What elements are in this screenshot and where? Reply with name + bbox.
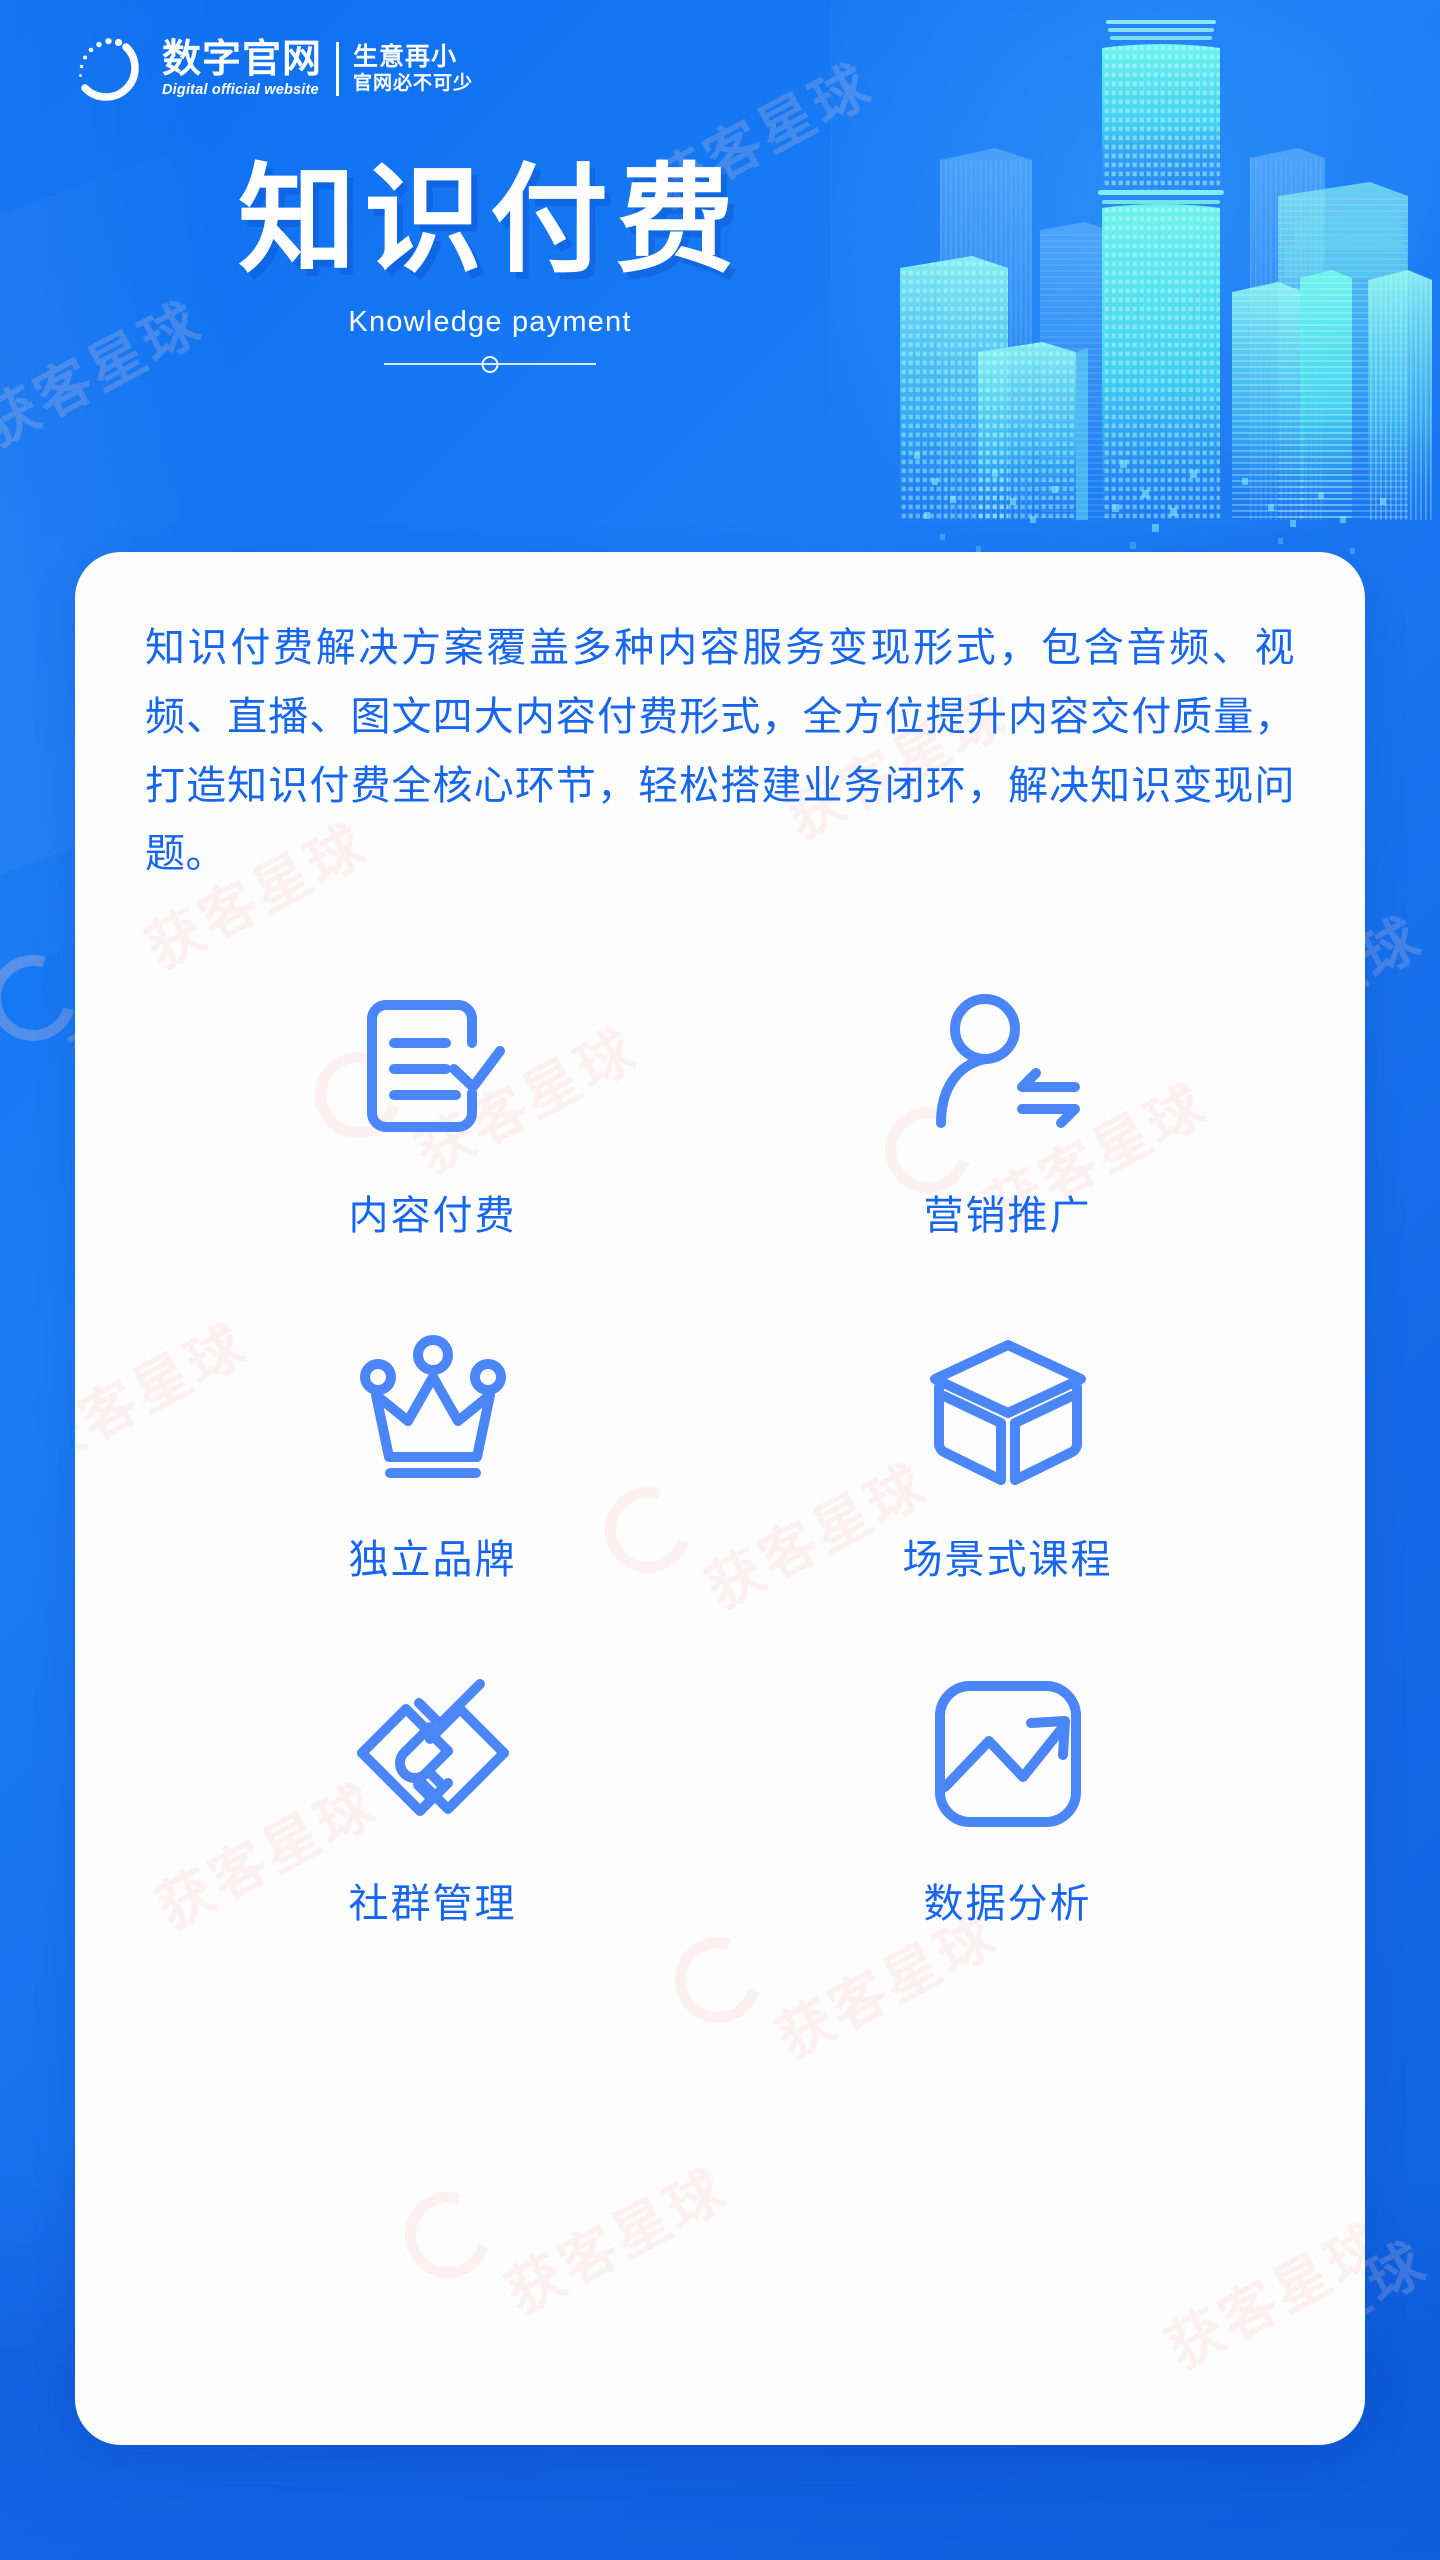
brand-name-en: Digital official website bbox=[162, 82, 319, 99]
feature-grid: 内容付费 营销推广 独立品牌 场景式课程 社群管理 数据分析 bbox=[145, 975, 1295, 1929]
brand-slogan-line1: 生意再小 bbox=[353, 43, 458, 72]
brand-logo[interactable]: 数字官网 Digital official website 生意再小 官网必不可… bbox=[68, 30, 473, 108]
feature-label: 独立品牌 bbox=[348, 1538, 517, 1583]
hero-divider bbox=[384, 355, 596, 373]
document-check-icon bbox=[342, 975, 524, 1157]
handshake-icon bbox=[342, 1663, 524, 1845]
brand-slogan-line2: 官网必不可少 bbox=[353, 72, 474, 94]
brand-name-block: 数字官网 Digital official website bbox=[162, 37, 336, 99]
feature-item-content-payment[interactable]: 内容付费 bbox=[145, 975, 720, 1241]
feature-item-community-management[interactable]: 社群管理 bbox=[145, 1663, 720, 1929]
feature-item-marketing[interactable]: 营销推广 bbox=[720, 975, 1295, 1241]
feature-label: 场景式课程 bbox=[902, 1538, 1113, 1583]
cube-icon bbox=[917, 1319, 1099, 1501]
page-subtitle: Knowledge payment bbox=[348, 305, 632, 338]
crown-icon bbox=[342, 1319, 524, 1501]
feature-label: 数据分析 bbox=[923, 1882, 1092, 1927]
chart-trending-up-icon bbox=[917, 1663, 1099, 1845]
feature-label: 社群管理 bbox=[348, 1882, 517, 1927]
feature-label: 营销推广 bbox=[923, 1194, 1092, 1239]
person-exchange-icon bbox=[917, 975, 1099, 1157]
content-card: 获客星球 获客星球 获客星球 获客星球 获客星球 获客星球 获客星球 获客星球 … bbox=[75, 552, 1365, 2445]
crescent-ring-icon bbox=[68, 30, 146, 108]
feature-item-scenario-course[interactable]: 场景式课程 bbox=[720, 1319, 1295, 1585]
feature-item-data-analysis[interactable]: 数据分析 bbox=[720, 1663, 1295, 1929]
page-title: 知识付费 bbox=[237, 155, 742, 287]
description-text: 知识付费解决方案覆盖多种内容服务变现形式，包含音频、视频、直播、图文四大内容付费… bbox=[145, 626, 1295, 877]
hero-divider-dot-icon bbox=[481, 355, 499, 373]
watermark-ring-icon bbox=[659, 1921, 777, 2039]
watermark-ring-icon bbox=[389, 2176, 507, 2294]
watermark-text: 获客星球 bbox=[496, 2156, 738, 2326]
brand-name-cn: 数字官网 bbox=[162, 37, 323, 81]
brand-logo-text: 数字官网 Digital official website 生意再小 官网必不可… bbox=[162, 37, 473, 99]
feature-label: 内容付费 bbox=[348, 1194, 517, 1239]
brand-slogan-block: 生意再小 官网必不可少 bbox=[339, 40, 473, 99]
hero-section: 知识付费 Knowledge payment bbox=[0, 155, 980, 373]
watermark-text: 获客星球 bbox=[1156, 2211, 1365, 2381]
feature-item-independent-brand[interactable]: 独立品牌 bbox=[145, 1319, 720, 1585]
